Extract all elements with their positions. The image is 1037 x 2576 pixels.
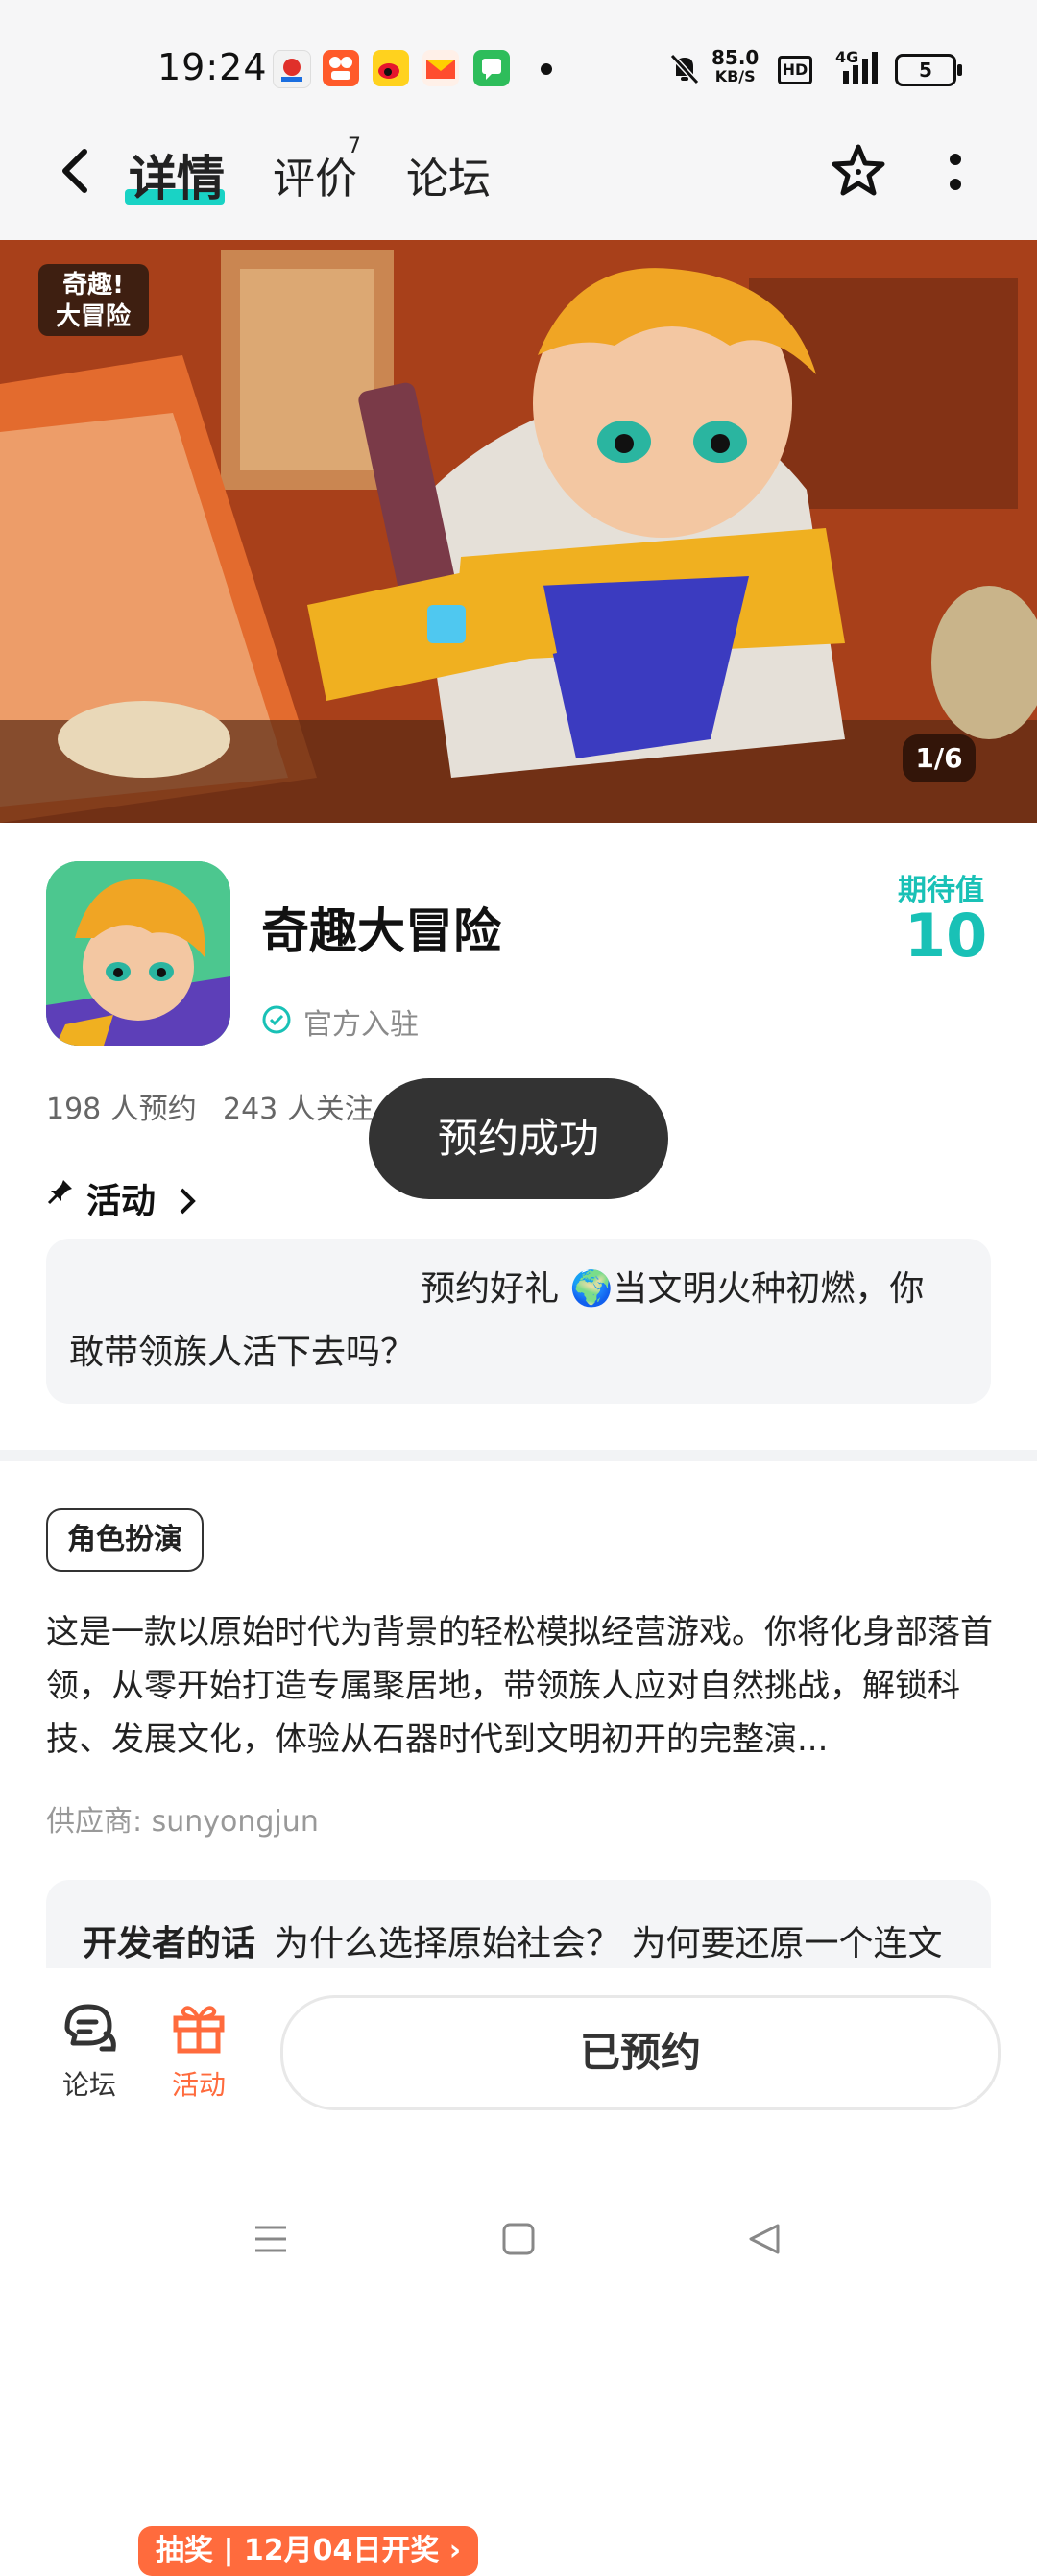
lottery-badge-label: 抽奖 | 12月04日开奖 [156,2534,440,2567]
genre-tag[interactable]: 角色扮演 [46,1508,204,1572]
status-time: 19:24 [157,46,268,88]
activity-text-block: 抽奖 | 12月04日开奖 › 预约好礼 🌍当文明火种初燃，你敢带领族人活下去吗？ [69,1258,953,2576]
notification-app-icon [273,50,311,88]
forum-icon [64,2004,116,2052]
developer-notes-text: 为什么选择原始社会？ 为何要还原一个连文 [275,1924,943,1963]
expectation-value: 10 [904,901,988,971]
message-app-icon [473,50,510,86]
weibo-icon [373,50,409,86]
section-divider [0,1450,1037,1461]
more-vertical-icon [950,154,961,190]
chevron-left-icon [62,149,87,193]
tab-forum[interactable]: 论坛 [406,144,491,205]
chevron-right-icon [180,1188,196,1215]
supplier-info: 供应商: sunyongjun [46,1805,319,1839]
gift-icon [173,2006,225,2054]
net-speed: 85.0 KB/S [711,48,759,86]
battery-level: 5 [919,59,932,82]
bell-muted-icon [666,50,703,86]
activity-title: 活动 [86,1182,157,1221]
net-speed-value: 85.0 [711,46,760,69]
net-speed-unit: KB/S [714,67,756,85]
game-description[interactable]: 这是一款以原始时代为背景的轻松模拟经营游戏。你将化身部落首领，从零开始打造专属聚… [46,1605,997,1767]
verified-label: 官方入驻 [303,1008,419,1042]
screenshot-banner[interactable]: 奇趣! 大冒险 [0,240,1037,823]
activity-tab-button[interactable]: 活动 [165,1999,232,2105]
svg-text:大冒险: 大冒险 [56,301,132,331]
forum-label: 论坛 [61,2069,116,2101]
forum-button[interactable]: 论坛 [56,1999,123,2105]
back-triangle-icon [749,2224,780,2254]
pin-icon [46,1177,75,1206]
home-square-icon [502,2223,535,2255]
notification-app-icon [323,50,359,86]
reserved-button[interactable]: 已预约 [280,1995,1001,2110]
notification-app-icon [422,50,459,86]
menu-nav-button[interactable] [252,2220,290,2258]
star-icon [832,144,885,196]
back-nav-button[interactable] [745,2220,784,2258]
app-name: 奇趣大冒险 [261,903,501,959]
svg-text:奇趣!: 奇趣! [62,271,124,300]
reviews-count-badge: 7 [348,134,361,158]
activity-tab-label: 活动 [171,2069,226,2101]
more-button[interactable] [941,144,970,202]
verified-icon [261,1004,292,1035]
activity-description: 预约好礼 🌍当文明火种初燃，你敢带领族人活下去吗？ [69,1269,925,1372]
tab-reviews[interactable]: 评价 [273,144,357,205]
follower-count: 243 人关注 [223,1093,374,1126]
reservation-count: 198 人预约 [46,1093,197,1126]
more-notifications-dot [541,63,552,75]
app-icon [46,861,230,1046]
home-nav-button[interactable] [499,2220,538,2258]
activity-section-link[interactable]: 活动 [86,1173,199,1223]
signal-icon: 4G [835,48,883,86]
toast-message: 预约成功 [369,1078,668,1199]
hd-icon: HD [778,56,812,84]
lottery-badge[interactable]: 抽奖 | 12月04日开奖 › [138,2526,479,2576]
back-button[interactable] [54,144,102,198]
tab-details[interactable]: 详情 [129,140,225,209]
game-artwork-image: 奇趣! 大冒险 [0,240,1037,823]
menu-icon [255,2226,286,2252]
banner-page-indicator: 1/6 [903,734,976,782]
favorite-button[interactable] [826,139,891,205]
developer-notes-title: 开发者的话 [83,1924,256,1963]
developer-notes: 开发者的话 为什么选择原始社会？ 为何要还原一个连文 [83,1915,942,1965]
battery-icon: 5 [895,54,962,86]
